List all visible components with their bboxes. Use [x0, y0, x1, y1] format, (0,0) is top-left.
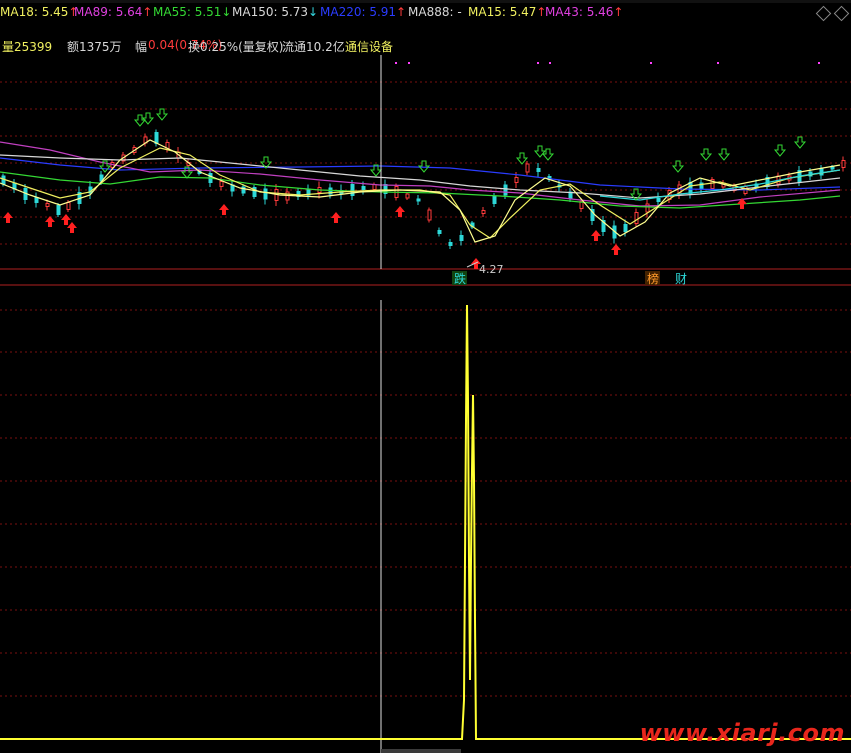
candle-body	[841, 160, 846, 168]
candle-body	[623, 224, 628, 232]
sell-arrow-icon	[141, 112, 155, 125]
candle-body	[503, 184, 508, 196]
candle-body	[688, 182, 693, 194]
candle-body	[492, 196, 497, 204]
candle-body	[514, 177, 519, 183]
candle-body	[481, 210, 486, 214]
candle-body	[416, 198, 421, 202]
indicator-line	[0, 304, 851, 740]
candle-body	[819, 168, 824, 176]
candle-body	[459, 235, 464, 241]
candle-body	[656, 198, 661, 202]
event-dots	[395, 62, 820, 64]
watermark-text: www.xiarj.com	[639, 719, 845, 747]
candle-body	[830, 166, 835, 170]
sell-arrow-icon	[699, 148, 713, 161]
buy-arrow-icon	[3, 212, 13, 223]
candle-body	[263, 188, 268, 200]
moving-average-lines	[0, 139, 841, 243]
candle-body	[437, 230, 442, 234]
candle-body	[361, 186, 366, 190]
buy-arrow-icon	[67, 222, 77, 233]
candle-body	[350, 184, 355, 196]
candle-body	[405, 193, 410, 199]
buy-arrow-icon	[61, 214, 71, 225]
candle-body	[66, 202, 71, 210]
tag-die[interactable]: 跌	[454, 271, 466, 286]
buy-arrow-icon	[45, 216, 55, 227]
sell-arrow-icon	[773, 144, 787, 157]
indicator-grid	[0, 309, 851, 697]
sell-arrow-icon	[793, 136, 807, 149]
tag-cai[interactable]: 财	[675, 272, 687, 286]
candle-body	[634, 212, 639, 224]
buy-arrow-icon	[611, 244, 621, 255]
buy-arrow-icon	[331, 212, 341, 223]
candle-body	[219, 181, 224, 187]
crosshair-date-tab	[381, 749, 461, 753]
candle-body	[45, 203, 50, 207]
sell-arrow-icon	[155, 108, 169, 121]
candle-body	[448, 242, 453, 246]
chart-canvas[interactable]: 4.27 跌 榜 财	[0, 0, 851, 753]
candle-body	[536, 168, 541, 172]
tag-bang[interactable]: 榜	[647, 271, 659, 286]
sell-arrow-icon	[717, 148, 731, 161]
sell-arrow-icon	[515, 152, 529, 165]
candle-body	[525, 163, 530, 173]
sell-arrow-icon	[133, 114, 147, 127]
buy-arrow-icon	[219, 204, 229, 215]
candle-body	[154, 132, 159, 144]
candle-body	[56, 205, 61, 215]
stock-chart-window: MA18: 5.45↑ MA89: 5.64↑ MA55: 5.51↓ MA15…	[0, 0, 851, 753]
low-price-label: 4.27	[479, 263, 504, 276]
buy-arrow-icon	[395, 206, 405, 217]
buy-arrow-icon	[591, 230, 601, 241]
candle-body	[427, 209, 432, 221]
ma-line-cyan	[599, 169, 841, 201]
ma-line-magenta	[0, 141, 841, 207]
candle-body	[34, 197, 39, 203]
candle-body	[372, 184, 377, 190]
candle-body	[645, 203, 650, 213]
